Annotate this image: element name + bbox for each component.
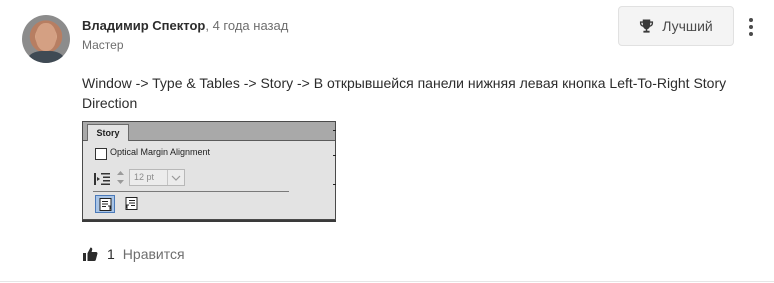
author-name[interactable]: Владимир Спектор — [82, 18, 205, 33]
story-panel-frame: Story Optical Margin Alignment 12 pt — [82, 121, 336, 220]
author-time-separator: , — [205, 18, 209, 33]
best-answer-button[interactable]: Лучший — [618, 6, 734, 46]
optical-margin-size-value: 12 pt — [134, 172, 155, 182]
chevron-down-icon — [167, 170, 181, 185]
more-options-dot — [749, 25, 753, 29]
like-count: 1 — [107, 246, 115, 262]
comment-divider — [0, 281, 774, 282]
left-to-right-direction-button — [95, 195, 115, 213]
comment-body: Window -> Type & Tables -> Story -> В от… — [82, 75, 727, 111]
thumbs-up-icon[interactable] — [82, 246, 98, 262]
optical-margin-size-icon — [94, 173, 110, 185]
author-line: Владимир Спектор, 4 года назад — [82, 18, 288, 33]
avatar-shirt — [28, 51, 64, 63]
optical-margin-label: Optical Margin Alignment — [110, 147, 211, 157]
trophy-icon — [640, 19, 654, 33]
comment-time[interactable]: 4 года назад — [213, 18, 289, 33]
story-panel-divider — [93, 191, 289, 192]
right-to-left-direction-icon — [125, 197, 138, 210]
optical-margin-size-field: 12 pt — [129, 169, 185, 186]
story-panel-tabbar: Story — [83, 122, 335, 141]
avatar-face — [36, 23, 56, 51]
more-options-button[interactable] — [744, 16, 758, 38]
like-button[interactable]: Нравится — [123, 246, 185, 262]
story-panel-tab: Story — [87, 124, 129, 141]
screenshot-edge-tick — [333, 155, 336, 156]
author-avatar[interactable] — [22, 15, 70, 63]
left-to-right-direction-icon — [99, 198, 112, 211]
more-options-dot — [749, 32, 753, 36]
size-stepper-icon — [117, 171, 124, 184]
story-panel-screenshot[interactable]: Story Optical Margin Alignment 12 pt — [82, 121, 336, 221]
screenshot-edge-tick — [333, 184, 336, 185]
optical-margin-checkbox — [95, 148, 107, 160]
more-options-dot — [749, 18, 753, 22]
right-to-left-direction-button — [122, 195, 142, 213]
best-answer-label: Лучший — [662, 18, 713, 34]
screenshot-edge-tick — [333, 130, 336, 131]
like-row: 1 Нравится — [82, 246, 185, 262]
author-rank: Мастер — [82, 38, 124, 52]
